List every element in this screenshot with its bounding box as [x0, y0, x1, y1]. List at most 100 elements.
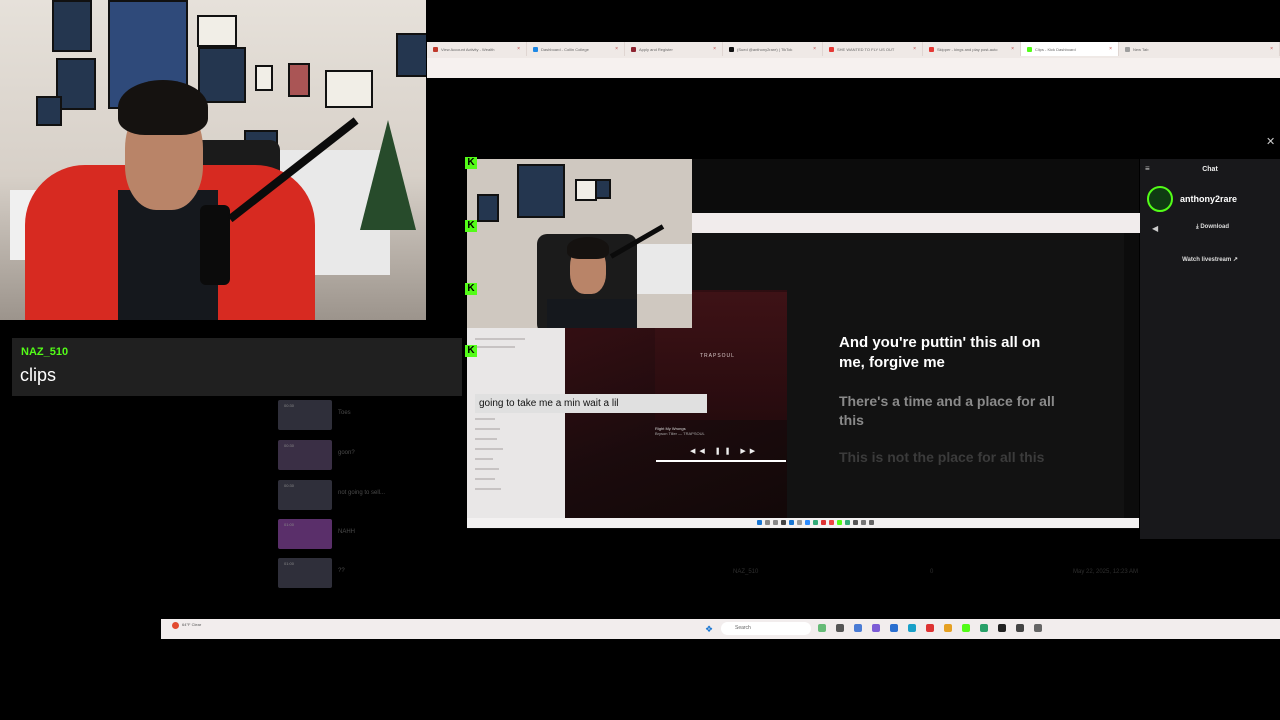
- tab-label: Skipper - kings and play post-auto: [937, 46, 998, 52]
- taskbar-app-icon[interactable]: [1016, 624, 1024, 632]
- clip-views: 0: [930, 569, 934, 575]
- inner-taskbar-app-icon[interactable]: [805, 520, 810, 525]
- inner-taskbar-app-icon[interactable]: [773, 520, 778, 525]
- clip-title: Toes: [338, 410, 351, 416]
- download-button[interactable]: ⤓ Download: [1196, 224, 1229, 231]
- chat-panel: [1140, 159, 1280, 539]
- taskbar-app-icon[interactable]: [998, 624, 1006, 632]
- inner-taskbar-app-icon[interactable]: [813, 520, 818, 525]
- windows-start-icon[interactable]: ❖: [705, 624, 713, 635]
- stream-caption: going to take me a min wait a lil: [475, 394, 707, 413]
- inner-taskbar-app-icon[interactable]: [837, 520, 842, 525]
- back-arrow-icon[interactable]: ◀: [1152, 224, 1158, 233]
- inner-taskbar-app-icon[interactable]: [757, 520, 762, 525]
- clip-duration: 00:30: [284, 483, 295, 488]
- taskbar-app-icon[interactable]: [872, 624, 880, 632]
- tab-favicon-icon: [1125, 46, 1130, 52]
- inner-taskbar-app-icon[interactable]: [861, 520, 866, 525]
- tab-close-icon[interactable]: ×: [611, 46, 618, 52]
- inner-taskbar-app-icon[interactable]: [829, 520, 834, 525]
- lyric-upcoming: This is not the place for all this: [839, 449, 1045, 465]
- browser-tab[interactable]: View Account Activity - Wealth ×: [427, 42, 527, 56]
- chat-message-box: [12, 338, 462, 396]
- weather-icon[interactable]: [172, 622, 179, 629]
- chat-title: Chat: [1202, 166, 1218, 173]
- inner-taskbar-app-icon[interactable]: [765, 520, 770, 525]
- browser-tab[interactable]: Apply and Register ×: [625, 42, 723, 56]
- inner-taskbar-app-icon[interactable]: [789, 520, 794, 525]
- inner-taskbar-app-icon[interactable]: [869, 520, 874, 525]
- clip-title: not going to sell...: [338, 490, 386, 496]
- clip-thumbnail[interactable]: 00:30: [278, 480, 332, 510]
- taskbar-search-input[interactable]: Search: [721, 622, 811, 635]
- tab-close-icon[interactable]: ×: [809, 46, 816, 52]
- taskbar-app-icon[interactable]: [1034, 624, 1042, 632]
- browser-tab[interactable]: SHE WANTED TO FLY US OUT ×: [823, 42, 923, 56]
- clip-list-row[interactable]: 01:00??: [278, 558, 698, 588]
- clip-title: ??: [338, 568, 345, 574]
- clip-thumbnail[interactable]: 01:00: [278, 519, 332, 549]
- tab-close-icon[interactable]: ×: [1266, 46, 1273, 52]
- clip-thumbnail[interactable]: 01:00: [278, 558, 332, 588]
- taskbar-app-icon[interactable]: [854, 624, 862, 632]
- browser-tab[interactable]: Clips - Kick Dashboard ×: [1021, 42, 1119, 56]
- clip-date: May 22, 2025, 12:23 AM: [1073, 569, 1139, 575]
- tab-close-icon[interactable]: ×: [513, 46, 520, 52]
- song-artist: Bryson Tiller — TRAPSOUL: [655, 431, 705, 436]
- inner-browser-bar: [692, 213, 1140, 233]
- tab-close-icon[interactable]: ×: [1105, 46, 1112, 52]
- inner-taskbar-app-icon[interactable]: [781, 520, 786, 525]
- clip-duration: 00:30: [284, 443, 295, 448]
- inner-taskbar-app-icon[interactable]: [845, 520, 850, 525]
- tab-favicon-icon: [433, 46, 438, 52]
- taskbar-app-icon[interactable]: [818, 624, 826, 632]
- address-bar[interactable]: [427, 58, 1280, 78]
- external-link-icon: ↗: [1232, 257, 1238, 263]
- browser-tab-strip: View Account Activity - Wealth × Dashboard…: [427, 42, 1280, 78]
- clip-title: NAHH: [338, 529, 356, 535]
- webcam-overlay: [0, 0, 426, 320]
- music-controls[interactable]: ◀◀ ❚❚ ▶▶: [690, 447, 759, 455]
- avatar[interactable]: [1147, 186, 1173, 212]
- clip-creator: NAZ_510: [733, 569, 759, 575]
- clip-thumbnail[interactable]: 00:30: [278, 400, 332, 430]
- chat-message-text: clips: [20, 365, 57, 385]
- taskbar-app-icon[interactable]: [926, 624, 934, 632]
- tab-favicon-icon: [729, 46, 734, 52]
- tab-label: Clips - Kick Dashboard: [1035, 46, 1076, 52]
- download-label: Download: [1200, 224, 1229, 230]
- song-progress-bar[interactable]: [656, 460, 786, 462]
- weather-label: 64°F Clear: [182, 622, 202, 627]
- browser-tab[interactable]: New Tab ×: [1119, 42, 1280, 56]
- clip-duration: 01:00: [284, 522, 295, 527]
- tab-favicon-icon: [829, 46, 834, 52]
- clip-thumbnail[interactable]: 00:30: [278, 440, 332, 470]
- taskbar-app-icon[interactable]: [980, 624, 988, 632]
- taskbar-app-icon[interactable]: [890, 624, 898, 632]
- browser-tab[interactable]: (Sued @anthony2rare) | TikTok ×: [723, 42, 823, 56]
- browser-tab[interactable]: Skipper - kings and play post-auto ×: [923, 42, 1021, 56]
- taskbar-app-icon[interactable]: [944, 624, 952, 632]
- tab-close-icon[interactable]: ×: [1007, 46, 1014, 52]
- tab-close-icon[interactable]: ×: [909, 46, 916, 52]
- taskbar-app-icon[interactable]: [962, 624, 970, 632]
- inner-taskbar: [467, 518, 1139, 528]
- clip-title: goon?: [338, 450, 355, 456]
- kick-logo-icon: K: [465, 283, 477, 295]
- taskbar-app-icon[interactable]: [908, 624, 916, 632]
- album-title: TRAPSOUL: [700, 353, 735, 359]
- lyric-next: There's a time and a place for all this: [839, 393, 1055, 428]
- streamer-name[interactable]: anthony2rare: [1180, 194, 1237, 204]
- pip-webcam: [467, 159, 692, 328]
- taskbar-app-icon[interactable]: [836, 624, 844, 632]
- watch-livestream-button[interactable]: Watch livestream ↗: [1150, 252, 1270, 268]
- inner-taskbar-app-icon[interactable]: [821, 520, 826, 525]
- inner-taskbar-app-icon[interactable]: [853, 520, 858, 525]
- tab-favicon-icon: [533, 46, 538, 52]
- browser-tab[interactable]: Dashboard - Collin College ×: [527, 42, 625, 56]
- close-icon[interactable]: ✕: [1266, 135, 1275, 148]
- inner-taskbar-app-icon[interactable]: [797, 520, 802, 525]
- tab-label: SHE WANTED TO FLY US OUT: [837, 46, 895, 52]
- tab-favicon-icon: [1027, 46, 1032, 52]
- tab-close-icon[interactable]: ×: [709, 46, 716, 52]
